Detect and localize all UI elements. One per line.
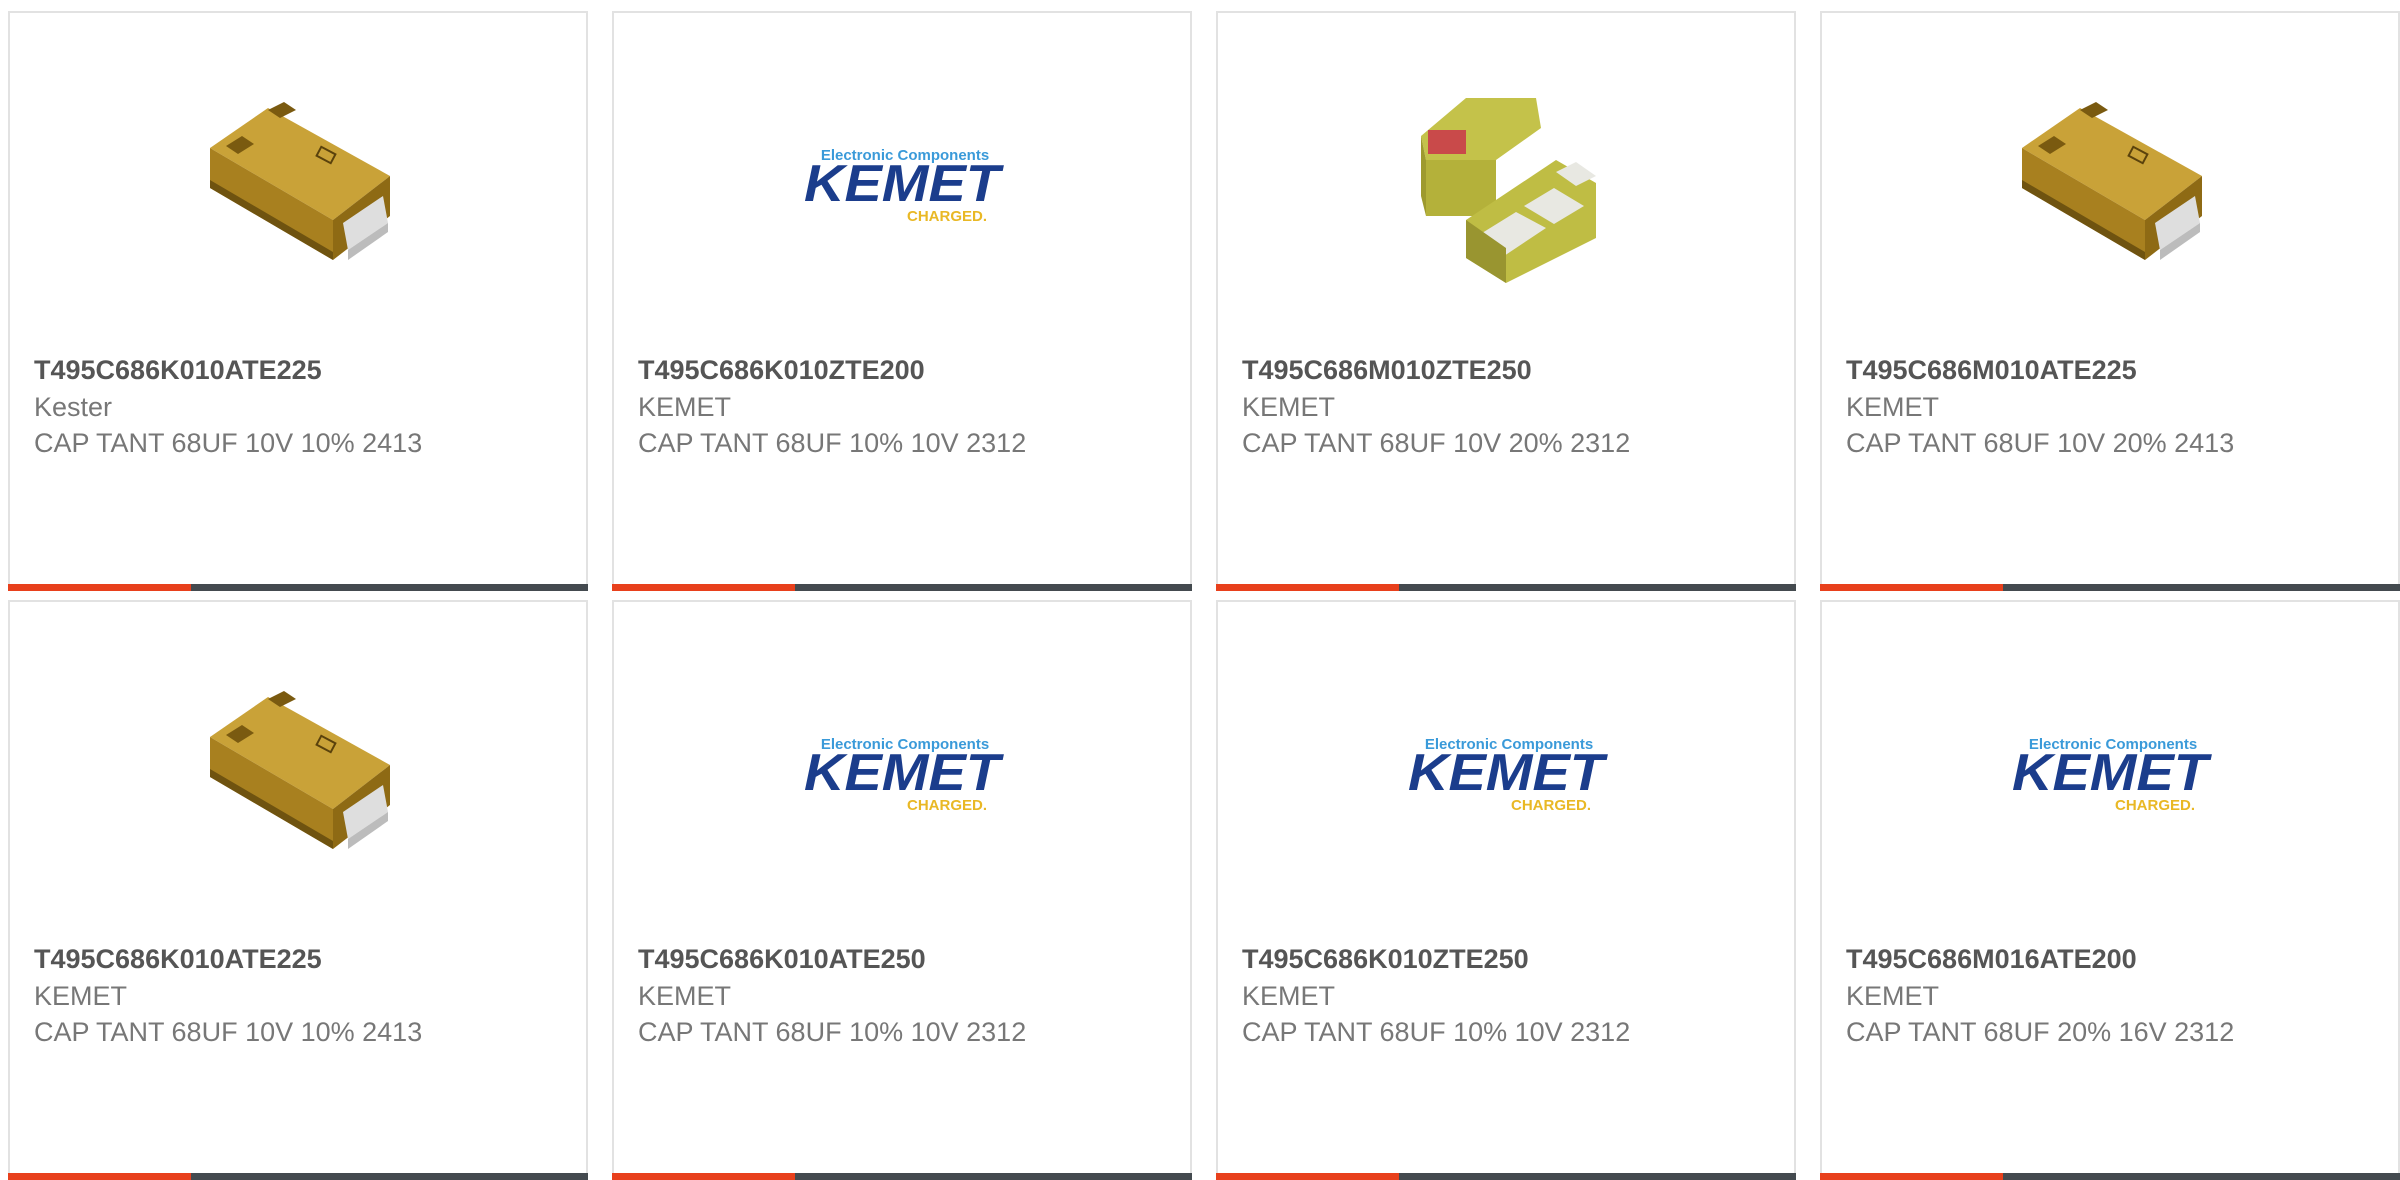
card-bottom-bar: [612, 1173, 1192, 1180]
product-card[interactable]: Electronic Components KEMET CHARGED. T49…: [612, 600, 1192, 1180]
card-bar-accent: [1820, 584, 2003, 591]
logo-slogan: CHARGED.: [1511, 797, 1591, 814]
card-bar-rest: [191, 584, 588, 591]
card-bar-accent: [1216, 584, 1399, 591]
product-grid: T495C686K010ATE225 Kester CAP TANT 68UF 10…: [8, 11, 2400, 1180]
tantalum-chip-icon: [210, 691, 390, 849]
product-description: CAP TANT 68UF 10% 10V 2312: [638, 428, 1027, 458]
logo-slogan: CHARGED.: [2115, 797, 2195, 814]
kemet-logo: Electronic Components KEMET CHARGED.: [804, 736, 1005, 814]
card-bottom-bar: [1820, 1173, 2400, 1180]
logo-slogan: CHARGED.: [907, 208, 987, 225]
product-card[interactable]: Electronic Components KEMET CHARGED. T49…: [1820, 600, 2400, 1180]
product-description: CAP TANT 68UF 10% 10V 2312: [1242, 1017, 1631, 1047]
kemet-logo: Electronic Components KEMET CHARGED.: [1408, 736, 1609, 814]
product-part-number[interactable]: T495C686M010ZTE250: [1242, 355, 1532, 386]
product-description: CAP TANT 68UF 10V 10% 2413: [34, 1017, 423, 1047]
product-image[interactable]: Electronic Components KEMET CHARGED.: [614, 662, 1190, 892]
product-card[interactable]: T495C686K010ATE225 Kester CAP TANT 68UF 10…: [8, 11, 588, 591]
card-bottom-bar: [1820, 584, 2400, 591]
tantalum-chip-icon: [2022, 102, 2202, 260]
product-image[interactable]: [10, 662, 586, 892]
product-manufacturer: KEMET: [638, 981, 732, 1011]
card-bar-accent: [1820, 1173, 2003, 1180]
product-image[interactable]: Electronic Components KEMET CHARGED.: [1218, 662, 1794, 892]
logo-name: KEMET: [804, 744, 1005, 802]
product-part-number[interactable]: T495C686K010ZTE250: [1242, 944, 1529, 975]
card-bottom-bar: [8, 1173, 588, 1180]
card-bar-accent: [8, 1173, 191, 1180]
product-part-number[interactable]: T495C686K010ATE250: [638, 944, 926, 975]
product-image[interactable]: [1822, 73, 2398, 303]
product-card[interactable]: Electronic Components KEMET CHARGED. T49…: [1216, 600, 1796, 1180]
product-description: CAP TANT 68UF 10V 20% 2312: [1242, 428, 1631, 458]
card-bar-rest: [2003, 1173, 2400, 1180]
product-image[interactable]: [1218, 73, 1794, 303]
product-part-number[interactable]: T495C686K010ATE225: [34, 355, 322, 386]
card-bar-accent: [612, 584, 795, 591]
logo-name: KEMET: [1408, 744, 1609, 802]
card-bar-rest: [191, 1173, 588, 1180]
card-bottom-bar: [1216, 1173, 1796, 1180]
product-card[interactable]: T495C686M010ATE225 KEMET CAP TANT 68UF 10V…: [1820, 11, 2400, 591]
product-part-number[interactable]: T495C686K010ZTE200: [638, 355, 925, 386]
product-manufacturer: KEMET: [1846, 981, 1940, 1011]
product-part-number[interactable]: T495C686M010ATE225: [1846, 355, 2137, 386]
product-manufacturer: KEMET: [1242, 392, 1336, 422]
card-bar-rest: [2003, 584, 2400, 591]
card-bar-accent: [1216, 1173, 1399, 1180]
card-bar-rest: [1399, 584, 1796, 591]
card-bar-rest: [1399, 1173, 1796, 1180]
product-card[interactable]: T495C686M010ZTE250 KEMET CAP TANT 68UF 10V…: [1216, 11, 1796, 591]
product-card[interactable]: T495C686K010ATE225 KEMET CAP TANT 68UF 10V…: [8, 600, 588, 1180]
product-manufacturer: KEMET: [1846, 392, 1940, 422]
logo-name: KEMET: [804, 155, 1005, 213]
product-image[interactable]: Electronic Components KEMET CHARGED.: [1822, 662, 2398, 892]
product-description: CAP TANT 68UF 10V 20% 2413: [1846, 428, 2235, 458]
product-description: CAP TANT 68UF 20% 16V 2312: [1846, 1017, 2235, 1047]
green-chip-icon: [1421, 98, 1596, 283]
logo-name: KEMET: [2012, 744, 2213, 802]
card-bar-accent: [612, 1173, 795, 1180]
product-image[interactable]: Electronic Components KEMET CHARGED.: [614, 73, 1190, 303]
card-bar-rest: [795, 1173, 1192, 1180]
kemet-logo: Electronic Components KEMET CHARGED.: [804, 147, 1005, 225]
card-bar-rest: [795, 584, 1192, 591]
kemet-logo: Electronic Components KEMET CHARGED.: [2012, 736, 2213, 814]
card-bar-accent: [8, 584, 191, 591]
product-part-number[interactable]: T495C686M016ATE200: [1846, 944, 2137, 975]
card-bottom-bar: [8, 584, 588, 591]
logo-slogan: CHARGED.: [907, 797, 987, 814]
tantalum-chip-icon: [210, 102, 390, 260]
product-card[interactable]: Electronic Components KEMET CHARGED. T49…: [612, 11, 1192, 591]
card-bottom-bar: [1216, 584, 1796, 591]
product-description: CAP TANT 68UF 10% 10V 2312: [638, 1017, 1027, 1047]
card-bottom-bar: [612, 584, 1192, 591]
product-image[interactable]: [10, 73, 586, 303]
product-manufacturer: KEMET: [34, 981, 128, 1011]
product-manufacturer: Kester: [34, 392, 113, 422]
product-manufacturer: KEMET: [638, 392, 732, 422]
product-description: CAP TANT 68UF 10V 10% 2413: [34, 428, 423, 458]
product-part-number[interactable]: T495C686K010ATE225: [34, 944, 322, 975]
product-manufacturer: KEMET: [1242, 981, 1336, 1011]
